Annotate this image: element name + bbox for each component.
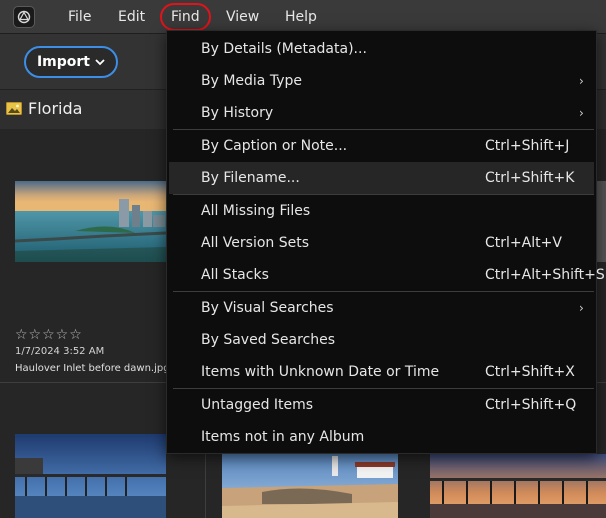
submenu-arrow-icon: › xyxy=(579,301,584,315)
import-button[interactable]: Import xyxy=(24,46,118,78)
menu-item-all-missing-files[interactable]: All Missing Files xyxy=(167,195,596,227)
menu-edit[interactable]: Edit xyxy=(118,0,145,34)
menu-item-shortcut: Ctrl+Shift+J xyxy=(485,138,570,154)
menu-item-label: Untagged Items xyxy=(201,397,314,413)
menu-item-by-caption-or-note[interactable]: By Caption or Note... Ctrl+Shift+J xyxy=(167,130,596,162)
menu-item-by-visual-searches[interactable]: By Visual Searches › xyxy=(167,292,596,324)
star-rating[interactable]: ☆☆☆☆☆ xyxy=(15,327,83,343)
menu-item-label: By Visual Searches xyxy=(201,300,334,316)
menu-item-all-stacks[interactable]: All Stacks Ctrl+Alt+Shift+S xyxy=(167,259,605,291)
menu-item-label: Items with Unknown Date or Time xyxy=(201,364,440,380)
photo-date: 1/7/2024 3:52 AM xyxy=(15,346,105,357)
menu-item-shortcut: Ctrl+Shift+Q xyxy=(485,397,577,413)
menu-item-shortcut: Ctrl+Alt+Shift+S xyxy=(485,267,605,283)
menu-item-label: By Saved Searches xyxy=(201,332,336,348)
album-icon xyxy=(6,102,22,115)
menu-item-by-saved-searches[interactable]: By Saved Searches xyxy=(167,324,596,356)
menu-item-label: Items not in any Album xyxy=(201,429,365,445)
menu-find[interactable]: Find xyxy=(160,3,211,31)
menu-bar: File Edit Find View Help xyxy=(0,0,606,34)
menu-item-label: All Stacks xyxy=(201,267,269,283)
menu-help[interactable]: Help xyxy=(285,0,317,34)
app-logo-icon[interactable] xyxy=(13,6,35,28)
menu-item-label: By Media Type xyxy=(201,73,302,89)
submenu-arrow-icon: › xyxy=(579,74,584,88)
photo-thumbnail[interactable] xyxy=(15,181,166,262)
menu-item-untagged-items[interactable]: Untagged Items Ctrl+Shift+Q xyxy=(167,389,596,421)
menu-item-not-in-album[interactable]: Items not in any Album xyxy=(167,421,596,453)
chevron-down-icon xyxy=(95,58,105,65)
photo-thumbnail[interactable] xyxy=(15,434,166,518)
menu-item-shortcut: Ctrl+Alt+V xyxy=(485,235,562,251)
find-dropdown-menu: By Details (Metadata)... By Media Type ›… xyxy=(166,30,605,454)
menu-item-shortcut: Ctrl+Shift+X xyxy=(485,364,575,380)
menu-item-by-history[interactable]: By History › xyxy=(167,97,596,129)
photo-thumbnail[interactable] xyxy=(222,454,398,518)
menu-view[interactable]: View xyxy=(226,0,259,34)
menu-item-by-filename[interactable]: By Filename... Ctrl+Shift+K xyxy=(169,162,594,194)
menu-item-all-version-sets[interactable]: All Version Sets Ctrl+Alt+V xyxy=(167,227,596,259)
photo-thumbnail[interactable] xyxy=(430,454,606,518)
menu-item-label: All Version Sets xyxy=(201,235,310,251)
menu-item-label: By Filename... xyxy=(201,170,300,186)
submenu-arrow-icon: › xyxy=(579,106,584,120)
photo-filename: Haulover Inlet before dawn.jpg xyxy=(15,363,170,374)
album-title: Florida xyxy=(28,99,83,118)
menu-item-shortcut: Ctrl+Shift+K xyxy=(485,170,575,186)
menu-item-label: By Caption or Note... xyxy=(201,138,348,154)
menu-item-by-media-type[interactable]: By Media Type › xyxy=(167,65,596,97)
menu-item-label: All Missing Files xyxy=(201,203,311,219)
menu-file[interactable]: File xyxy=(68,0,91,34)
menu-item-label: By Details (Metadata)... xyxy=(201,41,367,57)
import-button-label: Import xyxy=(36,54,91,70)
menu-item-label: By History xyxy=(201,105,274,121)
menu-item-by-details[interactable]: By Details (Metadata)... xyxy=(167,33,596,65)
app-window: File Edit Find View Help Import Florida xyxy=(0,0,606,518)
menu-item-unknown-date[interactable]: Items with Unknown Date or Time Ctrl+Shi… xyxy=(167,356,596,388)
photo-thumbnail[interactable] xyxy=(597,181,606,262)
